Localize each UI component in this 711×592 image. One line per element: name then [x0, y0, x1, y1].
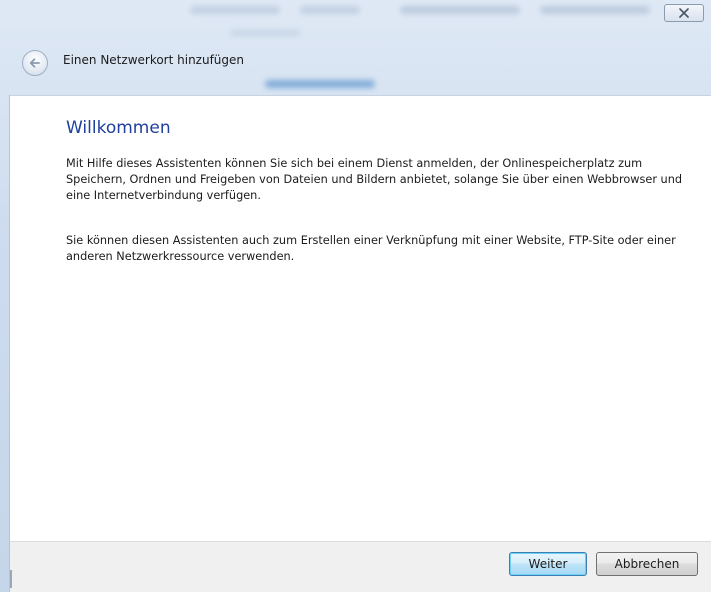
secondary-paragraph: Sie können diesen Assistenten auch zum E…: [66, 234, 676, 263]
glass-background-blur: [230, 30, 300, 36]
back-arrow-icon: [29, 58, 40, 68]
cancel-button[interactable]: Abbrechen: [596, 552, 698, 576]
glass-background-blur: [190, 6, 280, 14]
wizard-window: Einen Netzwerkort hinzufügen Willkommen …: [0, 0, 711, 592]
glass-background-blur: [300, 6, 360, 14]
page-heading: Willkommen: [66, 118, 171, 138]
next-button[interactable]: Weiter: [509, 552, 587, 576]
intro-paragraph: Mit Hilfe dieses Assistenten können Sie …: [66, 157, 683, 202]
glass-background-blur: [540, 6, 650, 14]
glass-background-blur: [265, 80, 375, 88]
resize-grip: [10, 570, 12, 588]
close-icon: [679, 8, 689, 18]
glass-background-blur: [400, 6, 520, 14]
back-button[interactable]: [22, 50, 48, 76]
wizard-title: Einen Netzwerkort hinzufügen: [63, 53, 245, 67]
wizard-content: Willkommen Mit Hilfe dieses Assistenten …: [10, 95, 711, 542]
close-button[interactable]: [664, 4, 704, 22]
